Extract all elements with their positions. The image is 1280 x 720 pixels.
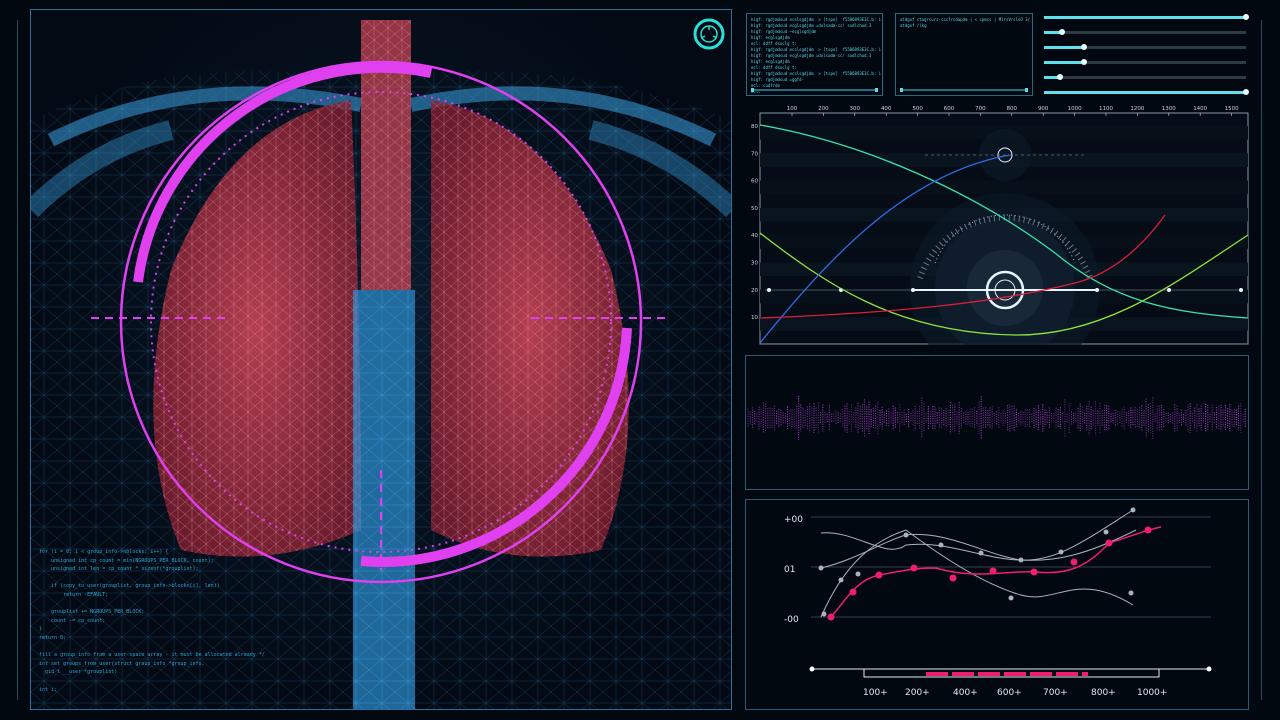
code-line: unsigned int len = cp_count * sizeof(*gr… — [39, 566, 199, 573]
slider-fill — [1044, 61, 1085, 64]
terminal-progress-bar — [751, 88, 878, 92]
x-label: 400+ — [953, 688, 978, 698]
x-tick-label: 1200 — [1130, 106, 1144, 112]
terminal-line: atdgxf rlkg — [900, 23, 927, 28]
code-line: unsigned int cp_count = min(NGROUPS_PER_… — [39, 557, 214, 564]
x-tick-label: 400 — [881, 106, 892, 112]
y-label-bottom: -00 — [784, 615, 799, 625]
terminal-window-2: atdgxf ctagrcurz-cccfrcdapdm | < cpmcs |… — [895, 13, 1033, 96]
slider-knob[interactable] — [1243, 89, 1249, 95]
y-tick-label: 30 — [751, 261, 758, 267]
x-tick-label: 1300 — [1162, 106, 1176, 112]
x-tick-label: 1500 — [1225, 106, 1239, 112]
code-line: grouplist += NGROUPS_PER_BLOCK; — [39, 609, 145, 616]
slider-knob[interactable] — [1081, 44, 1088, 50]
code-line: fill a group_info from a user-space arra… — [39, 652, 265, 659]
hud-marker — [1167, 288, 1171, 292]
y-tick-label: 40 — [751, 233, 758, 239]
terminal-window-1: higf: rgdjmdsud ecslsgdjdm > [tspo] f558… — [746, 13, 883, 96]
x-label: 1000+ — [1137, 688, 1167, 698]
trend-graph-panel: +00 01 -00 100+ 200+ 400+ 600+ 700+ 800+… — [745, 499, 1249, 710]
x-tick-label: 900 — [1038, 106, 1049, 112]
x-tick-label: 700 — [975, 106, 986, 112]
slider-3[interactable] — [1044, 44, 1246, 59]
trend-graph: +00 01 -00 100+ 200+ 400+ 600+ 700+ 800+… — [784, 507, 1212, 698]
code-line: return -EFAULT; — [39, 591, 109, 598]
slider-knob[interactable] — [1081, 59, 1088, 65]
slider-fill — [1044, 16, 1246, 19]
slider-knob[interactable] — [1059, 29, 1066, 35]
x-label: 700+ — [1043, 688, 1068, 698]
y-tick-label: 70 — [751, 151, 758, 157]
y-tick-label: 10 — [751, 315, 758, 321]
x-tick-label: 1100 — [1099, 106, 1113, 112]
y-tick-label: 60 — [751, 179, 758, 185]
x-label: 800+ — [1091, 688, 1116, 698]
x-tick-label: 600 — [944, 106, 955, 112]
trend-line-grey-2 — [820, 529, 1137, 569]
slider-fill — [1044, 91, 1246, 94]
y-label-top: +00 — [784, 515, 803, 525]
slider-track — [1044, 31, 1246, 34]
code-line: return 0; — [39, 634, 67, 641]
code-line: int i; — [39, 686, 58, 693]
waveform-panel — [745, 355, 1249, 490]
x-tick-label: 1000 — [1068, 106, 1082, 112]
x-label: 600+ — [997, 688, 1022, 698]
y-axis-ticks: 80 70 60 50 40 30 20 10 — [751, 124, 758, 321]
y-label-middle: 01 — [784, 565, 795, 575]
slider-knob[interactable] — [1243, 14, 1249, 20]
hud-marker — [1239, 288, 1243, 292]
y-tick-label: 20 — [751, 288, 758, 294]
x-tick-label: 500 — [912, 106, 923, 112]
x-tick-label: 300 — [850, 106, 861, 112]
x-tick-label: 800 — [1007, 106, 1018, 112]
y-tick-label: 80 — [751, 124, 758, 130]
code-listing: for (i = 0; i < group_info->nblocks; i++… — [39, 548, 369, 694]
lung-scan-panel: for (i = 0; i < group_info->nblocks; i++… — [30, 9, 732, 710]
hud-marker — [911, 288, 915, 292]
trend-line-grey-1 — [820, 509, 1134, 561]
main-graph: 100 200 300 400 500 600 700 800 900 1000 1100 1200 1… — [751, 106, 1249, 383]
slider-fill — [1044, 46, 1085, 49]
main-graph-panel: 100 200 300 400 500 600 700 800 900 1000 1100 1200 1… — [745, 103, 1249, 383]
slider-knob[interactable] — [1057, 74, 1064, 80]
x-tick-label: 1400 — [1193, 106, 1207, 112]
x-label: 200+ — [905, 688, 930, 698]
slider-track — [1044, 76, 1246, 79]
radar-target-icon[interactable] — [693, 18, 725, 50]
right-edge-line — [1261, 20, 1262, 700]
slider-5[interactable] — [1044, 74, 1246, 89]
code-line: count -= cp_count; — [39, 617, 106, 624]
hud-marker — [767, 288, 771, 292]
x-label: 100+ — [863, 688, 888, 698]
grid-band — [760, 180, 1248, 195]
code-line: int set groups_from_user(struct group_in… — [39, 660, 205, 667]
x-tick-label: 200 — [818, 106, 829, 112]
range-selection-fill — [926, 672, 1088, 676]
left-edge-line — [17, 20, 18, 700]
code-line: for (i = 0; i < group_info->nblocks; i++… — [39, 549, 169, 555]
waveform — [747, 395, 1246, 441]
code-line: } — [39, 626, 43, 633]
slider-4[interactable] — [1044, 59, 1246, 74]
code-line: gid_t __user *grouplist) — [39, 669, 118, 676]
x-tick-label: 100 — [787, 106, 798, 112]
slider-6[interactable] — [1044, 89, 1249, 104]
y-tick-label: 50 — [751, 206, 758, 212]
slider-1[interactable] — [1044, 14, 1249, 29]
slider-2[interactable] — [1044, 29, 1246, 44]
slider-group — [1044, 14, 1249, 104]
code-line: if (copy_to_user(grouplist, group_info->… — [39, 583, 220, 590]
terminal-progress-bar — [900, 88, 1028, 92]
hud-marker — [1095, 288, 1099, 292]
